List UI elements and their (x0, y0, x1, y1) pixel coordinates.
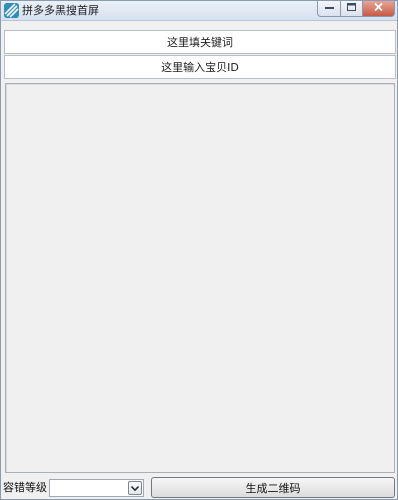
maximize-button[interactable] (341, 1, 363, 17)
main-window: 拼多多黑搜首屏 容错等级： 生成二维码 (0, 0, 398, 500)
generate-qr-code-button[interactable]: 生成二维码 (151, 477, 395, 498)
chevron-down-icon[interactable] (128, 481, 142, 495)
app-logo-icon (4, 3, 19, 18)
maximize-icon (347, 3, 356, 14)
title-bar[interactable]: 拼多多黑搜首屏 (1, 1, 397, 21)
tolerance-level-select[interactable] (49, 479, 144, 497)
close-icon (374, 2, 383, 14)
keyword-input[interactable] (4, 30, 396, 54)
qr-code-output-area (5, 83, 395, 473)
minimize-button[interactable] (317, 1, 341, 17)
window-title: 拼多多黑搜首屏 (22, 4, 99, 17)
minimize-icon (324, 4, 334, 13)
item-id-input[interactable] (4, 55, 396, 79)
close-button[interactable] (363, 1, 395, 17)
